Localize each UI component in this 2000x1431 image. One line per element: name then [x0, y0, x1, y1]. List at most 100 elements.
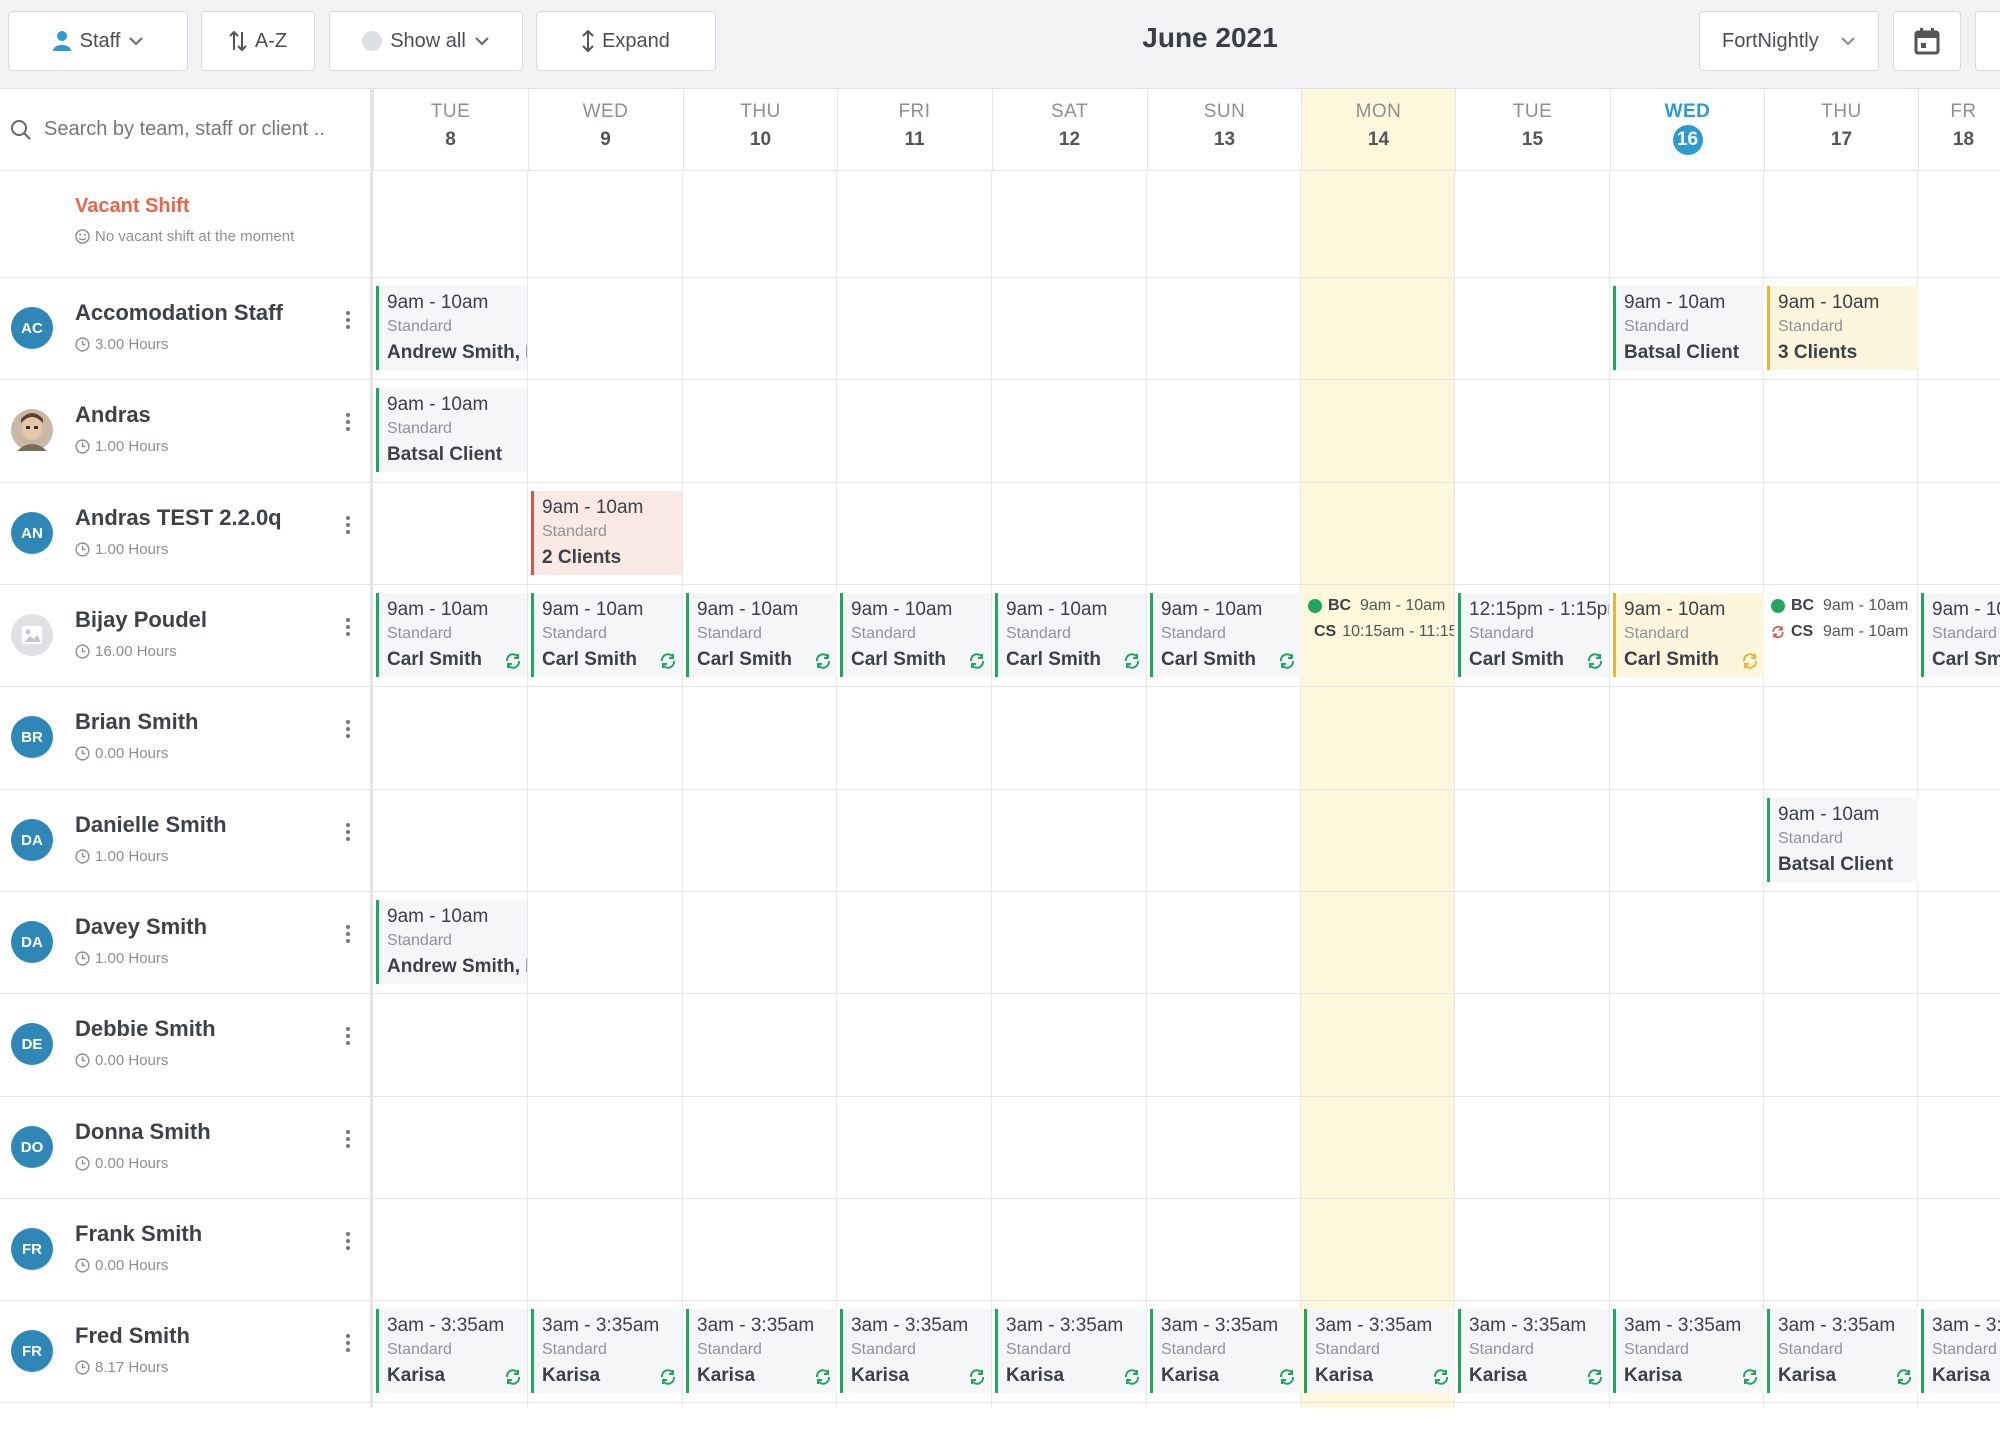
avatar: DE [11, 1023, 53, 1065]
shift-card[interactable]: 9am - 10amStandardCarl Smith [840, 593, 991, 677]
shift-client: Batsal Client [1778, 854, 1894, 875]
client-code: CS [1314, 623, 1337, 640]
shift-time: 9am - 10am [1624, 292, 1726, 313]
row-menu-icon[interactable] [340, 820, 356, 844]
shift-time: 3am - 3:35am [851, 1315, 969, 1336]
row-menu-icon[interactable] [340, 615, 356, 639]
avatar-initials: DA [21, 831, 43, 849]
day-header[interactable]: MON 14 [1301, 89, 1455, 171]
shift-card[interactable]: 9am - 10amStandardCarl Smith [1921, 593, 2000, 677]
shift-card[interactable]: 3am - 3:35amStandardKarisa [686, 1309, 837, 1393]
shift-card[interactable]: 3am - 3:35amStandardKarisa [376, 1309, 527, 1393]
shift-card[interactable]: 9am - 10am Standard Andrew Smith, M [376, 286, 527, 370]
shift-time: 3am - 3:35am [1315, 1315, 1433, 1336]
shift-card[interactable]: 9am - 10amStandardCarl Smith [1150, 593, 1301, 677]
staff-hours: 1.00 Hours [75, 541, 168, 558]
day-number: 16 [1672, 125, 1703, 155]
calendar-button[interactable] [1893, 11, 1961, 71]
shift-card[interactable]: 9am - 10amStandardCarl Smith [1613, 593, 1764, 677]
day-of-week: TUE [430, 101, 471, 122]
shift-time: 9am - 10am [387, 394, 489, 415]
search-bar [0, 89, 370, 171]
shift-summary-card[interactable]: BC 9am - 10am CS 9am - 10am [1767, 593, 1917, 677]
shift-card[interactable]: 9am - 10amStandardCarl Smith [376, 593, 527, 677]
more-options-button[interactable] [1975, 11, 2000, 71]
shift-card[interactable]: 12:15pm - 1:15pm Standard Carl Smith [1458, 593, 1609, 677]
row-menu-icon[interactable] [340, 1331, 356, 1355]
row-menu-icon[interactable] [340, 1229, 356, 1253]
day-column-divider [527, 171, 528, 1431]
row-menu-icon[interactable] [340, 1024, 356, 1048]
shift-card[interactable]: 9am - 10amStandardCarl Smith [995, 593, 1146, 677]
shift-card[interactable]: 9am - 10am Standard 2 Clients [531, 491, 682, 575]
shift-card[interactable]: 3am - 3:35amStandardKarisa [1458, 1309, 1609, 1393]
shift-card[interactable]: 3am - 3:35amStandardKarisa [1921, 1309, 2000, 1393]
staff-row[interactable]: FR Frank Smith 0.00 Hours [0, 1199, 370, 1301]
day-number: 12 [1058, 129, 1081, 150]
staff-row[interactable]: AC Accomodation Staff 3.00 Hours [0, 278, 370, 380]
day-header[interactable]: FR 18 [1918, 89, 2000, 171]
day-header[interactable]: WED 16 [1610, 89, 1764, 171]
day-header[interactable]: WED 9 [528, 89, 682, 171]
staff-row[interactable]: DO Donna Smith 0.00 Hours [0, 1097, 370, 1199]
shift-card[interactable]: 3am - 3:35amStandardKarisa [531, 1309, 682, 1393]
day-header[interactable]: FRI 11 [837, 89, 991, 171]
row-menu-icon[interactable] [340, 513, 356, 537]
avatar: FR [11, 1330, 53, 1372]
avatar: AN [11, 512, 53, 554]
row-menu-icon[interactable] [340, 1127, 356, 1151]
day-header[interactable]: THU 17 [1764, 89, 1918, 171]
shift-card[interactable]: 9am - 10am Standard Batsal Client [1613, 286, 1764, 370]
sort-button[interactable]: A-Z [201, 11, 315, 71]
shift-card[interactable]: 9am - 10am Standard 3 Clients [1767, 286, 1918, 370]
staff-row[interactable]: BR Brian Smith 0.00 Hours [0, 687, 370, 789]
staff-hours: 0.00 Hours [75, 1052, 168, 1069]
shift-category: Standard [697, 625, 762, 642]
day-column-divider [1454, 171, 1455, 1431]
show-filter-button[interactable]: Show all [329, 11, 523, 71]
shift-card[interactable]: 9am - 10am Standard Batsal Client [1767, 798, 1918, 882]
shift-card[interactable]: 3am - 3:35amStandardKarisa [1304, 1309, 1455, 1393]
vacant-shift-row[interactable]: VS Vacant Shift No vacant shift at the m… [0, 171, 370, 278]
staff-name: Brian Smith [75, 709, 199, 734]
shift-summary-card[interactable]: BC 9am - 10am CS 10:15am - 11:15am [1304, 593, 1454, 677]
day-header[interactable]: SAT 12 [992, 89, 1146, 171]
shift-card[interactable]: 9am - 10am Standard Batsal Client [376, 388, 527, 472]
staff-row[interactable]: Bijay Poudel 16.00 Hours [0, 585, 370, 687]
day-header[interactable]: TUE 8 [373, 89, 527, 171]
shift-card[interactable]: 3am - 3:35amStandardKarisa [1613, 1309, 1764, 1393]
day-header[interactable]: THU 10 [683, 89, 837, 171]
staff-hours-text: 0.00 Hours [95, 1052, 169, 1069]
shift-card[interactable]: 3am - 3:35amStandardKarisa [1767, 1309, 1918, 1393]
staff-row[interactable]: DA Davey Smith 1.00 Hours [0, 892, 370, 994]
staff-row[interactable]: DA Danielle Smith 1.00 Hours [0, 790, 370, 892]
staff-row[interactable]: AN Andras TEST 2.2.0q 1.00 Hours [0, 483, 370, 585]
expand-button[interactable]: Expand [536, 11, 716, 71]
staff-filter-button[interactable]: Staff [8, 11, 188, 71]
staff-name: Andras [75, 402, 151, 427]
row-menu-icon[interactable] [340, 308, 356, 332]
shift-time: 3am - 3:35am [1778, 1315, 1896, 1336]
day-header[interactable]: TUE 15 [1455, 89, 1609, 171]
shift-card[interactable]: 9am - 10am Standard Andrew Smith, M [376, 900, 527, 984]
shift-category: Standard [542, 625, 607, 642]
day-of-week: MON [1355, 101, 1402, 122]
shift-card[interactable]: 9am - 10amStandardCarl Smith [686, 593, 837, 677]
shift-card[interactable]: 3am - 3:35amStandardKarisa [1150, 1309, 1301, 1393]
row-menu-icon[interactable] [340, 922, 356, 946]
row-menu-icon[interactable] [340, 717, 356, 741]
shift-card[interactable]: 9am - 10amStandardCarl Smith [531, 593, 682, 677]
period-select[interactable]: FortNightly [1699, 11, 1879, 71]
staff-row[interactable]: FR Fred Smith 8.17 Hours [0, 1301, 370, 1403]
repeat-icon [1124, 653, 1140, 669]
repeat-icon [1433, 1369, 1449, 1385]
shift-time: 9am - 10am [1823, 623, 1909, 640]
search-input[interactable] [42, 117, 356, 142]
shift-card[interactable]: 3am - 3:35amStandardKarisa [995, 1309, 1146, 1393]
staff-row[interactable]: Andras 1.00 Hours [0, 380, 370, 482]
shift-card[interactable]: 3am - 3:35amStandardKarisa [840, 1309, 991, 1393]
day-header[interactable]: SUN 13 [1147, 89, 1301, 171]
row-menu-icon[interactable] [340, 410, 356, 434]
staff-row[interactable]: DE Debbie Smith 0.00 Hours [0, 994, 370, 1096]
shift-time: 9am - 10am [697, 599, 799, 620]
